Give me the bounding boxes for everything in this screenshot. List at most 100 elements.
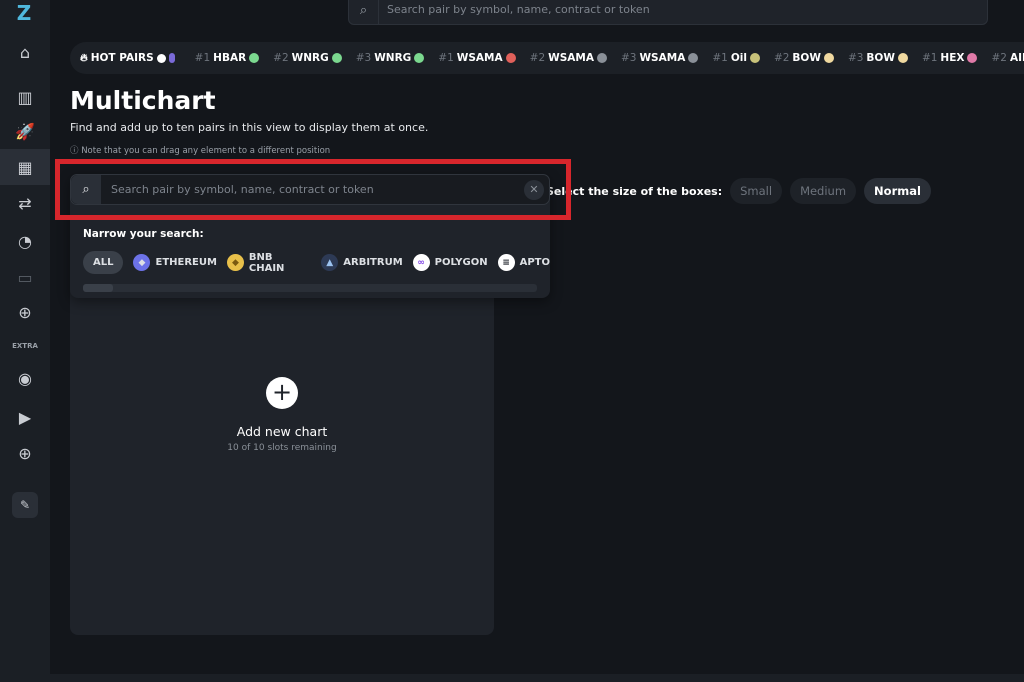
info-icon: ⓘ [70,146,82,156]
fire-icon: ◉ [18,368,32,388]
pair-rank: #2 [273,52,289,64]
pair-token-icon [414,53,425,63]
hot-pair-item[interactable]: #1 Oil [712,52,760,64]
hot-pair-item[interactable]: #1 HEX [922,52,978,64]
hot-pair-item[interactable]: #1 WSAMA [438,52,516,64]
scrollbar-thumb[interactable] [83,284,113,292]
pair-symbol: BOW [866,52,895,64]
chart-icon: ▥ [17,87,33,107]
polygon-icon: ∞ [412,254,430,271]
pair-symbol: WSAMA [456,52,503,64]
help-icon[interactable] [156,53,166,63]
search-icon: ⌕ [71,175,101,204]
chain-filter-ethereum[interactable]: ◆ ETHEREUM [133,254,217,271]
pie-icon: ◔ [18,231,32,251]
globe-icon: ⊕ [18,443,32,463]
drag-note: ⓘ Note that you can drag any element to … [70,146,331,156]
pair-rank: #3 [847,52,864,64]
pair-rank: #1 [194,52,211,64]
pair-token-icon [897,53,908,63]
grid-plus-icon: ▦ [17,157,33,177]
logo[interactable]: Z [12,2,36,24]
page-subtitle: Find and add up to ten pairs in this vie… [70,121,429,134]
pair-token-icon [249,53,260,63]
chain-filter-polygon[interactable]: ∞ POLYGON [412,254,488,271]
box-size-selector: Select the size of the boxes: Small Medi… [546,178,931,204]
pair-token-icon [967,53,978,63]
hot-pair-item[interactable]: #2 BOW [774,52,834,64]
ethereum-icon: ◆ [133,254,151,271]
pair-symbol: HBAR [213,52,247,64]
home-icon: ⌂ [19,42,31,62]
chain-scrollbar[interactable] [83,284,537,292]
pair-symbol: HEX [940,52,965,64]
sidebar: Z ⌂ ▥ 🚀 ▦ ⇄ ◔ ▭ ⊕ EXTRA ◉ ▶ ⊕ ✎ [0,0,50,682]
chain-filters: ALL ◆ ETHEREUM ◆ BNB CHAIN ▲ ARBITRUM ∞ POLY… [83,251,550,274]
hot-pair-item[interactable]: #3 WSAMA [620,52,699,64]
search-icon: ⌕ [349,0,379,24]
swap-icon: ⇄ [18,193,32,213]
pair-symbol: WNRG [374,52,412,64]
top-search-input[interactable]: ⌕ Search pair by symbol, name, contract … [348,0,988,25]
size-medium-button[interactable]: Medium [790,178,857,204]
pair-symbol: WNRG [291,52,329,64]
sidebar-item-youtube[interactable]: ▶ [0,399,50,435]
pair-token-icon [596,53,607,63]
arbitrum-icon: ▲ [321,254,339,271]
pair-rank: #3 [620,52,637,64]
chain-filter-aptos[interactable]: ≡ APTO [497,254,550,271]
size-normal-button[interactable]: Normal [864,178,931,204]
sidebar-item-launch[interactable]: 🚀 [0,113,50,149]
sidebar-item-fire[interactable]: ◉ [0,360,50,396]
pair-rank: #1 [921,52,938,64]
hot-pair-item[interactable]: #2AID [991,52,1024,64]
sidebar-item-multichart[interactable]: ▦ [0,149,50,185]
sidebar-item-add[interactable]: ⊕ [0,294,50,330]
pair-rank: #1 [712,52,728,64]
hot-pair-item[interactable]: #3 WNRG [356,52,425,64]
rocket-icon: 🚀 [15,121,35,141]
sidebar-item-home[interactable]: ⌂ [0,34,50,70]
hot-pair-item[interactable]: #1 HBAR [195,52,260,64]
sidebar-item-globe[interactable]: ⊕ [0,435,50,471]
pair-search-field[interactable]: ⌕ ✕ [70,174,550,205]
box-size-label: Select the size of the boxes: [546,184,723,198]
plus-circle-icon: ⊕ [18,302,32,322]
sidebar-item-charts[interactable]: ▥ [0,79,50,115]
sidebar-item-stats[interactable]: ◔ [0,223,50,259]
pair-rank: #2 [773,52,790,64]
pair-symbol: BOW [792,52,821,64]
add-chart-label[interactable]: Add new chart [70,424,494,439]
add-chart-button[interactable]: + [266,377,298,409]
hot-pair-item[interactable]: #2 WSAMA [530,52,607,64]
aptos-icon: ≡ [497,254,515,271]
sidebar-extra-label: EXTRA [12,342,38,350]
hot-pairs-bar: 🔥︎ HOT PAIRS #1 HBAR #2 WNRG #3 WNRG #1 WSAMA #2 W… [70,42,1024,74]
youtube-icon: ▶ [18,407,32,427]
pair-rank: #2 [529,52,546,64]
bottom-bar [0,674,1024,682]
search-dropdown: ⌕ ✕ Narrow your search: ALL ◆ETHEREUM ◆B… [70,174,550,298]
size-small-button[interactable]: Small [730,178,783,204]
fire-icon: 🔥︎ [80,51,88,64]
clear-search-button[interactable]: ✕ [524,179,544,200]
hot-pairs-label: 🔥︎ HOT PAIRS [80,52,175,65]
hot-pair-item[interactable]: #3 BOW [848,52,908,64]
pair-search-input[interactable] [101,183,524,196]
narrow-search-label: Narrow your search: [83,228,204,240]
top-search-placeholder: Search pair by symbol, name, contract or… [387,3,650,16]
chain-icon [168,53,175,63]
chain-filter-arbitrum[interactable]: ▲ ARBITRUM [321,254,403,271]
pair-symbol: WSAMA [548,52,594,64]
page-title: Multichart [70,86,216,115]
pair-rank: #1 [438,52,454,64]
feedback-button[interactable]: ✎ [12,492,38,518]
pair-rank: #3 [355,52,372,64]
chain-filter-all[interactable]: ALL [83,251,124,274]
sidebar-item-wallet[interactable]: ▭ [0,259,50,295]
wallet-icon: ▭ [17,267,33,287]
sidebar-item-swap[interactable]: ⇄ [0,185,50,221]
pair-symbol: Oil [730,52,747,64]
hot-pair-item[interactable]: #2 WNRG [273,52,342,64]
chain-filter-bnb[interactable]: ◆ BNB CHAIN [226,252,311,274]
